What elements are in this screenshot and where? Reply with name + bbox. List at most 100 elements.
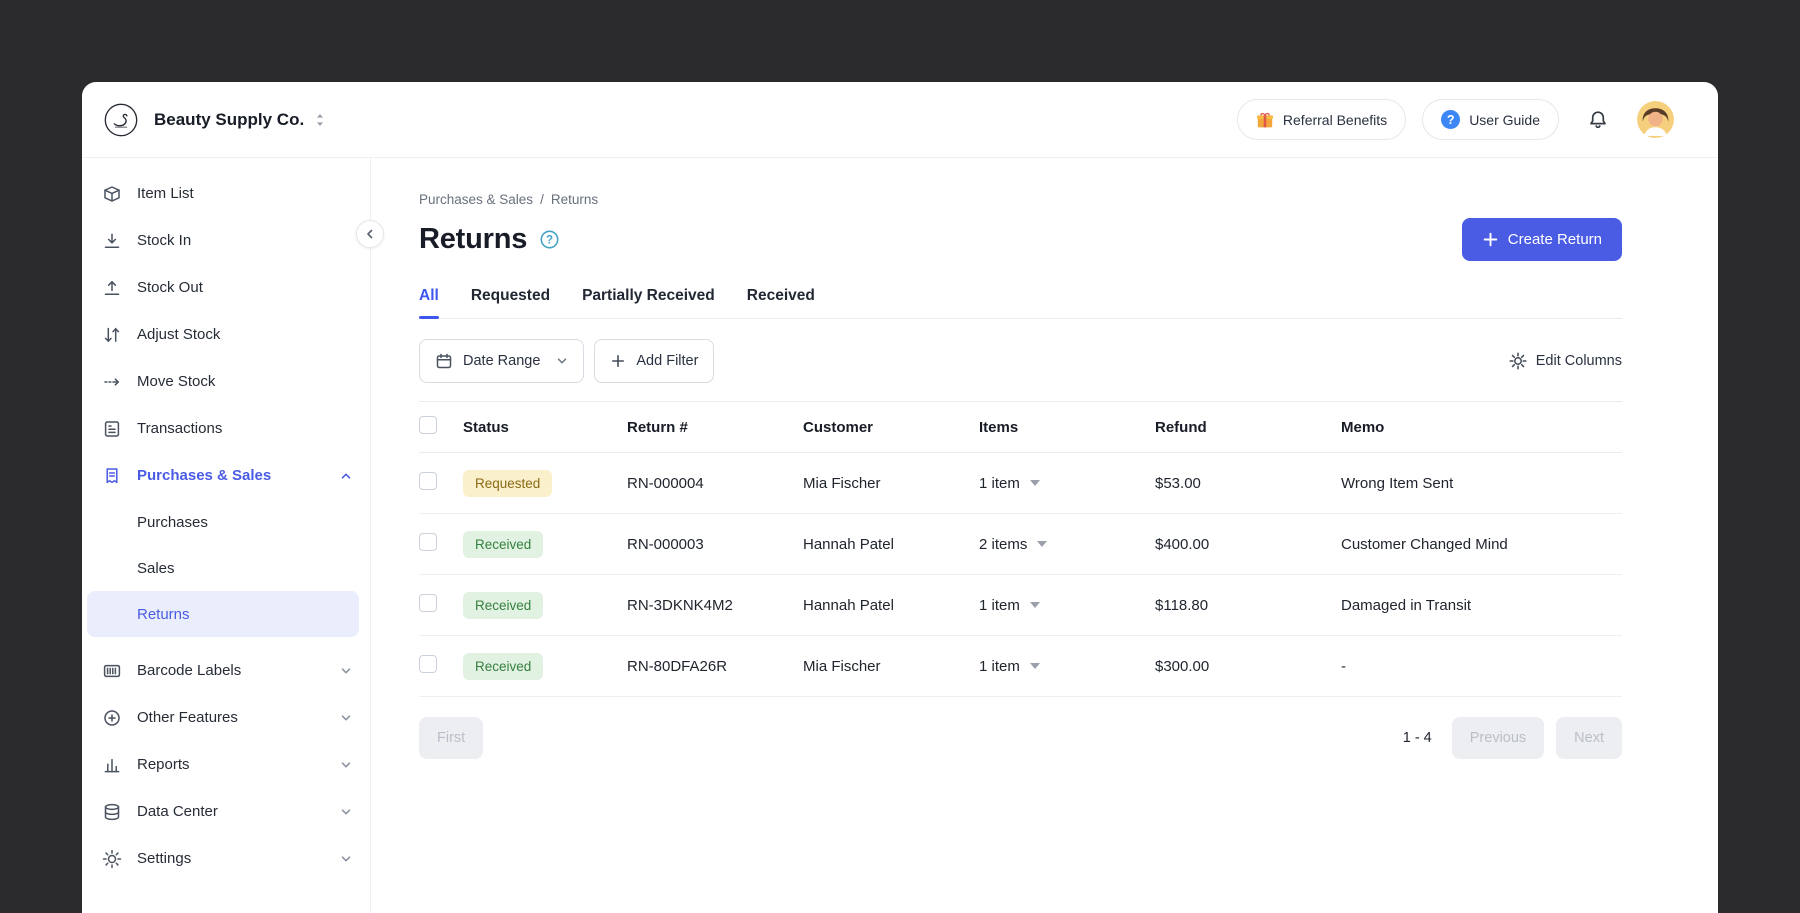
customer-cell: Hannah Patel — [803, 536, 979, 553]
tab-all[interactable]: All — [419, 287, 439, 318]
sidebar-item-adjust-stock[interactable]: Adjust Stock — [82, 311, 370, 358]
sidebar-item-barcode-labels[interactable]: Barcode Labels — [82, 647, 370, 694]
status-badge: Requested — [463, 470, 552, 497]
sidebar-item-transactions[interactable]: Transactions — [82, 405, 370, 452]
items-dropdown-icon[interactable] — [1030, 663, 1040, 669]
sidebar-collapse-button[interactable] — [356, 220, 384, 248]
items-dropdown-icon[interactable] — [1030, 602, 1040, 608]
chevron-down-icon — [340, 806, 352, 818]
sidebar-item-settings[interactable]: Settings — [82, 835, 370, 882]
sidebar-item-data-center[interactable]: Data Center — [82, 788, 370, 835]
sidebar-item-item-list[interactable]: Item List — [82, 170, 370, 217]
table-row[interactable]: Received RN-3DKNK4M2 Hannah Patel 1 item… — [419, 575, 1622, 636]
return-number-cell: RN-000004 — [627, 475, 803, 492]
notifications-bell-icon[interactable] — [1587, 109, 1609, 131]
edit-columns-button[interactable]: Edit Columns — [1509, 352, 1622, 370]
sidebar-item-label: Item List — [137, 185, 194, 202]
row-checkbox[interactable] — [419, 655, 437, 673]
table-row[interactable]: Received RN-80DFA26R Mia Fischer 1 item … — [419, 636, 1622, 697]
filter-bar: Date Range Add Filter — [419, 339, 1622, 383]
sidebar-item-label: Purchases — [137, 514, 208, 531]
database-icon — [102, 802, 122, 822]
table-row[interactable]: Requested RN-000004 Mia Fischer 1 item $… — [419, 453, 1622, 514]
sidebar-item-move-stock[interactable]: Move Stock — [82, 358, 370, 405]
user-avatar[interactable] — [1637, 101, 1674, 138]
create-return-label: Create Return — [1508, 231, 1602, 248]
date-range-dropdown[interactable]: Date Range — [419, 339, 584, 383]
table-header-row: Status Return # Customer Items Refund Me… — [419, 401, 1622, 453]
main-content: Purchases & Sales / Returns Returns ? Cr… — [371, 158, 1718, 913]
sidebar-item-purchases[interactable]: Purchases — [87, 499, 359, 545]
items-dropdown-icon[interactable] — [1030, 480, 1040, 486]
add-filter-button[interactable]: Add Filter — [594, 339, 714, 383]
topbar: Beauty Supply Co. Referral Benefits — [82, 82, 1718, 158]
sidebar-item-label: Adjust Stock — [137, 326, 220, 343]
question-circle-icon: ? — [1441, 110, 1460, 129]
items-dropdown-icon[interactable] — [1037, 541, 1047, 547]
table-row[interactable]: Received RN-000003 Hannah Patel 2 items … — [419, 514, 1622, 575]
row-checkbox[interactable] — [419, 472, 437, 490]
receipt-icon — [102, 466, 122, 486]
memo-cell: Wrong Item Sent — [1341, 475, 1622, 492]
sidebar-item-reports[interactable]: Reports — [82, 741, 370, 788]
bar-chart-icon — [102, 755, 122, 775]
sidebar-item-other-features[interactable]: Other Features — [82, 694, 370, 741]
tab-partially-received[interactable]: Partially Received — [582, 287, 715, 318]
items-count: 1 item — [979, 597, 1020, 614]
refund-cell: $400.00 — [1155, 536, 1341, 553]
items-count: 1 item — [979, 475, 1020, 492]
first-page-button[interactable]: First — [419, 717, 483, 759]
calendar-icon — [435, 352, 453, 370]
breadcrumb-parent[interactable]: Purchases & Sales — [419, 192, 533, 207]
help-icon[interactable]: ? — [539, 229, 560, 250]
chevron-down-icon — [340, 853, 352, 865]
barcode-icon — [102, 661, 122, 681]
sidebar-item-stock-out[interactable]: Stock Out — [82, 264, 370, 311]
user-guide-label: User Guide — [1469, 112, 1540, 128]
company-switcher-icon[interactable] — [314, 112, 326, 128]
sidebar-item-label: Other Features — [137, 709, 238, 726]
return-number-cell: RN-3DKNK4M2 — [627, 597, 803, 614]
chevron-down-icon — [340, 665, 352, 677]
column-header-status: Status — [463, 419, 627, 436]
return-number-cell: RN-80DFA26R — [627, 658, 803, 675]
gift-icon — [1256, 111, 1274, 129]
sidebar-item-returns[interactable]: Returns — [87, 591, 359, 637]
edit-columns-label: Edit Columns — [1536, 353, 1622, 369]
user-guide-button[interactable]: ? User Guide — [1422, 99, 1559, 140]
tab-received[interactable]: Received — [747, 287, 815, 318]
status-badge: Received — [463, 592, 543, 619]
sidebar-item-label: Move Stock — [137, 373, 215, 390]
memo-cell: Damaged in Transit — [1341, 597, 1622, 614]
stock-out-icon — [102, 278, 122, 298]
stock-in-icon — [102, 231, 122, 251]
breadcrumb-separator: / — [540, 192, 544, 207]
svg-text:?: ? — [546, 234, 553, 246]
page-title: Returns — [419, 223, 527, 256]
row-checkbox[interactable] — [419, 594, 437, 612]
breadcrumb: Purchases & Sales / Returns — [419, 192, 1622, 207]
referral-benefits-button[interactable]: Referral Benefits — [1237, 99, 1406, 140]
select-all-checkbox[interactable] — [419, 416, 437, 434]
referral-benefits-label: Referral Benefits — [1283, 112, 1387, 128]
breadcrumb-current: Returns — [551, 192, 598, 207]
create-return-button[interactable]: Create Return — [1462, 218, 1622, 261]
tab-requested[interactable]: Requested — [471, 287, 550, 318]
topbar-actions: Referral Benefits ? User Guide — [1237, 99, 1674, 140]
return-number-cell: RN-000003 — [627, 536, 803, 553]
previous-page-button[interactable]: Previous — [1452, 717, 1544, 759]
items-count: 1 item — [979, 658, 1020, 675]
sidebar-item-purchases-and-sales[interactable]: Purchases & Sales — [82, 452, 370, 499]
add-filter-label: Add Filter — [636, 353, 698, 369]
sidebar-item-sales[interactable]: Sales — [87, 545, 359, 591]
sidebar-item-stock-in[interactable]: Stock In — [82, 217, 370, 264]
sidebar-item-label: Sales — [137, 560, 175, 577]
row-checkbox[interactable] — [419, 533, 437, 551]
status-tabs: All Requested Partially Received Receive… — [419, 287, 1622, 319]
purchases-and-sales-submenu: Purchases Sales Returns — [82, 499, 370, 637]
next-page-button[interactable]: Next — [1556, 717, 1622, 759]
column-header-memo: Memo — [1341, 419, 1622, 436]
move-stock-icon — [102, 372, 122, 392]
box-icon — [102, 184, 122, 204]
returns-table: Status Return # Customer Items Refund Me… — [419, 401, 1622, 697]
